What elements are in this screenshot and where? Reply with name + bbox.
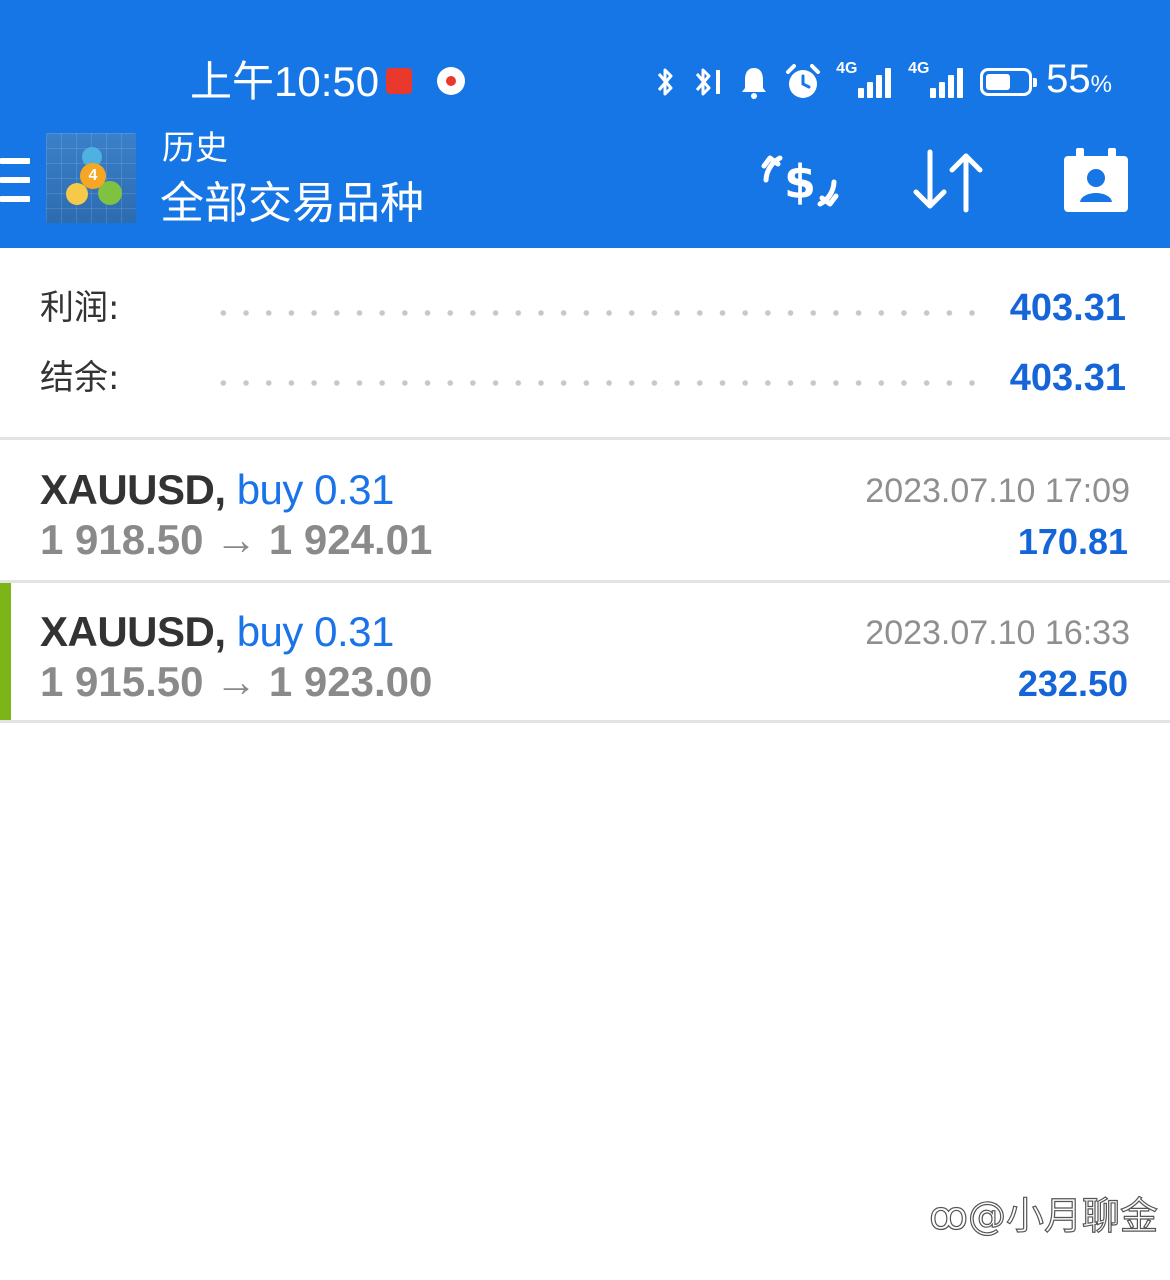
status-icons: 4G 4G 55% bbox=[652, 57, 1112, 106]
signal-4g-sim1-icon: 4G bbox=[836, 60, 894, 100]
balance-value: 403.31 bbox=[1009, 357, 1126, 399]
bluetooth-muted-icon bbox=[696, 68, 721, 96]
signal-4g-sim2-icon: 4G bbox=[908, 60, 966, 100]
leader-dots bbox=[212, 310, 980, 316]
divider bbox=[0, 720, 1170, 723]
summary-panel: 利润: 403.31 结余: 403.31 bbox=[0, 248, 1170, 438]
trade-symbol: XAUUSD, buy 0.31 bbox=[40, 466, 394, 513]
trade-symbol: XAUUSD, buy 0.31 bbox=[40, 608, 394, 655]
weibo-icon: ꝏ bbox=[929, 1193, 969, 1238]
balance-row: 结余: 403.31 bbox=[0, 350, 1170, 406]
top-bar: 上午10:50 4G 4G 55% 4 历史 全部交易品种 $ bbox=[0, 0, 1170, 248]
dollar-exchange-icon[interactable]: $ bbox=[760, 146, 840, 216]
trade-row[interactable]: XAUUSD, buy 0.31 1 918.50 → 1 924.01 202… bbox=[0, 441, 1170, 579]
notification-app-icon bbox=[386, 68, 412, 94]
trade-date: 2023.07.10 17:09 bbox=[865, 472, 1130, 510]
profit-value: 403.31 bbox=[1009, 287, 1126, 329]
trade-prices: 1 915.50 → 1 923.00 bbox=[40, 658, 433, 705]
profit-label: 利润: bbox=[40, 288, 120, 328]
history-screen: 上午10:50 4G 4G 55% 4 历史 全部交易品种 $ 利润: 403.… bbox=[0, 0, 1170, 1280]
bell-icon bbox=[742, 68, 767, 99]
leader-dots bbox=[212, 380, 980, 386]
page-title[interactable]: 全部交易品种 bbox=[160, 176, 424, 232]
svg-text:$: $ bbox=[784, 155, 816, 209]
battery-icon bbox=[980, 68, 1038, 96]
menu-icon[interactable] bbox=[0, 158, 30, 204]
trade-date: 2023.07.10 16:33 bbox=[865, 614, 1130, 652]
trade-profit: 170.81 bbox=[1017, 521, 1128, 562]
battery-percent: 55% bbox=[1046, 57, 1112, 101]
balance-label: 结余: bbox=[40, 358, 120, 398]
trade-row[interactable]: XAUUSD, buy 0.31 1 915.50 → 1 923.00 202… bbox=[0, 583, 1170, 721]
selected-indicator bbox=[0, 583, 11, 721]
status-time: 上午10:50 bbox=[190, 58, 380, 105]
trade-prices: 1 918.50 → 1 924.01 bbox=[40, 516, 433, 563]
sort-icon[interactable] bbox=[908, 146, 988, 216]
watermark: ꝏ@小月聊金 bbox=[929, 1193, 1159, 1238]
page-subtitle: 历史 bbox=[162, 128, 228, 167]
app-logo: 4 bbox=[46, 133, 136, 223]
alarm-icon bbox=[786, 64, 821, 98]
recording-icon bbox=[437, 67, 465, 95]
divider bbox=[0, 437, 1170, 440]
profit-row: 利润: 403.31 bbox=[0, 280, 1170, 336]
bluetooth-icon bbox=[658, 68, 673, 96]
contact-icon[interactable] bbox=[1060, 146, 1132, 216]
trade-profit: 232.50 bbox=[1017, 663, 1128, 704]
